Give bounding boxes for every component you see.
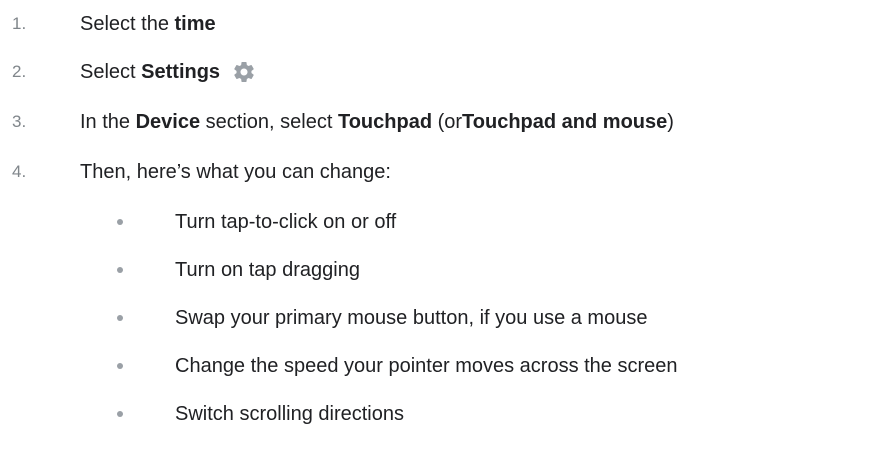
step-text: Then, here’s what you can change: bbox=[80, 160, 391, 183]
bullet-icon bbox=[117, 267, 123, 273]
list-item-text: Change the speed your pointer moves acro… bbox=[175, 354, 678, 377]
list-item-text: Turn tap-to-click on or off bbox=[175, 210, 397, 233]
list-item-text: Switch scrolling directions bbox=[175, 402, 404, 425]
step-text-plain: Select the bbox=[80, 12, 169, 35]
step-text-plain: Select bbox=[80, 60, 136, 83]
list-item-text: Turn on tap dragging bbox=[175, 258, 360, 281]
step-text-bold-touchpad-and-mouse: Touchpad and mouse bbox=[462, 110, 668, 133]
step-text-plain: section, select bbox=[205, 110, 333, 133]
gear-icon bbox=[232, 60, 256, 84]
step-text: In the Device section, select Touchpad (… bbox=[80, 111, 674, 134]
step-text-plain: In the bbox=[80, 110, 131, 133]
bullet-icon bbox=[117, 219, 123, 225]
bullet-icon bbox=[117, 315, 123, 321]
step-text-plain: ) bbox=[667, 110, 674, 133]
step-number: 1. bbox=[12, 14, 27, 33]
step-text-bold-time: time bbox=[174, 12, 216, 35]
step-number: 4. bbox=[12, 162, 27, 181]
step-text-bold-device: Device bbox=[135, 110, 201, 133]
step-text-plain: (or bbox=[437, 110, 463, 133]
step-text: Select the time bbox=[80, 13, 216, 36]
list-item-text: Swap your primary mouse button, if you u… bbox=[175, 306, 648, 329]
step-text: Select Settings bbox=[80, 60, 256, 84]
step-text-bold-touchpad: Touchpad bbox=[337, 110, 433, 133]
step-number: 3. bbox=[12, 112, 27, 131]
step-number: 2. bbox=[12, 62, 27, 81]
bullet-icon bbox=[117, 411, 123, 417]
bullet-icon bbox=[117, 363, 123, 369]
step-text-bold-settings: Settings bbox=[141, 60, 221, 83]
